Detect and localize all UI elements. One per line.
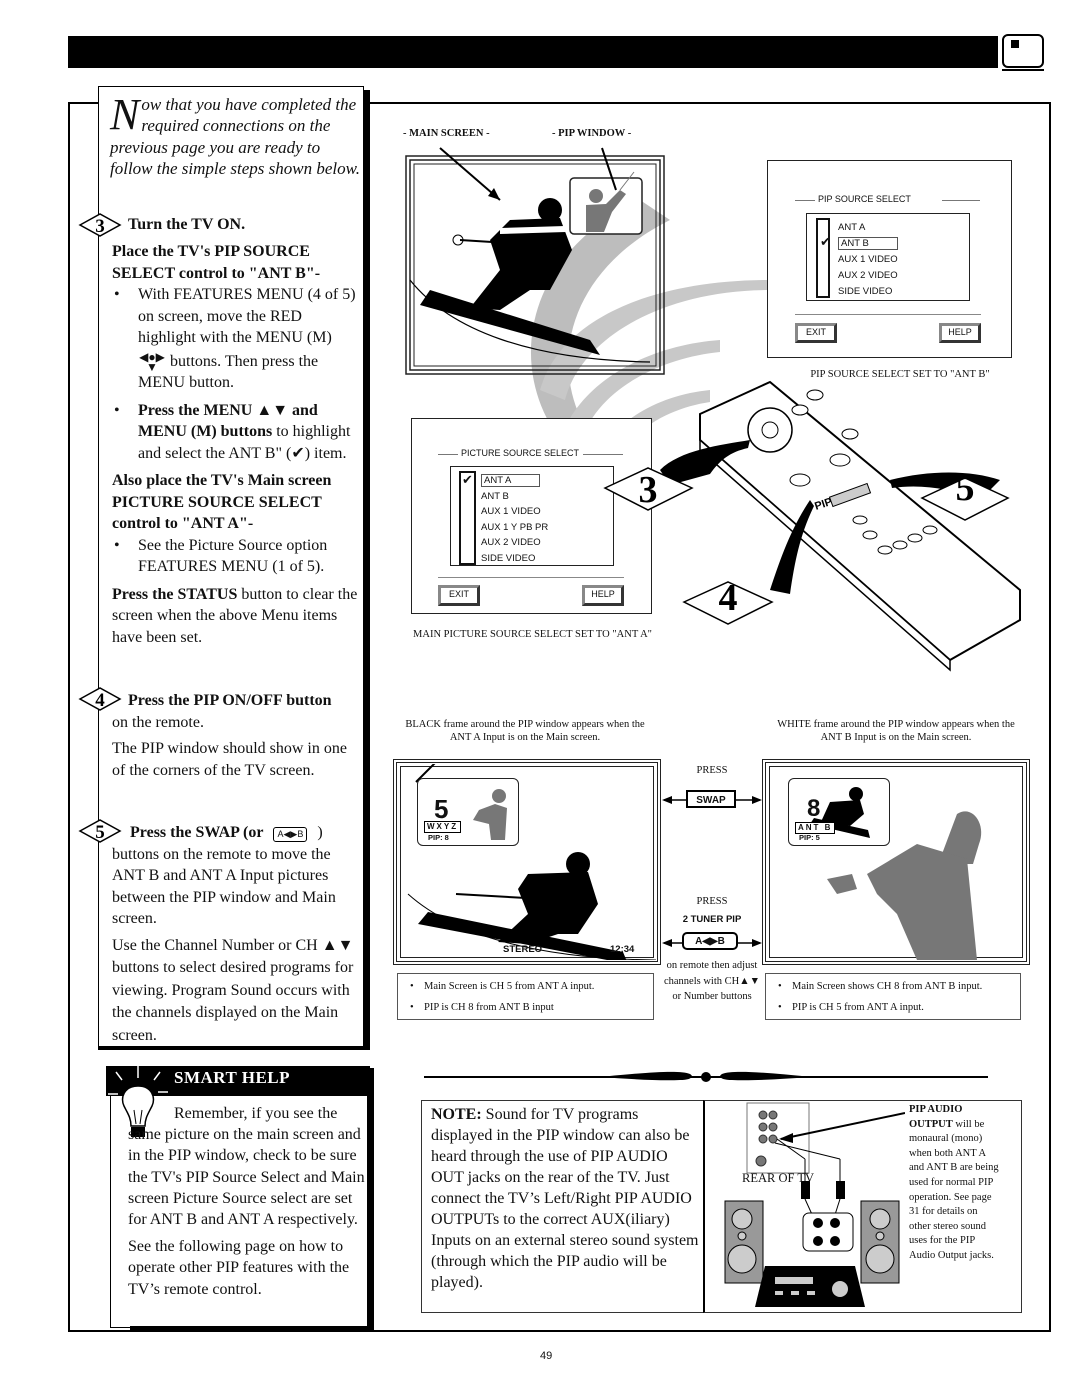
step-3-heading: Place the TV's PIP SOURCE SELECT control… — [112, 243, 321, 282]
pip-audio-output-note: PIP AUDIO OUTPUT will be monaural (mono)… — [909, 1104, 999, 1261]
smart-help-para-1: Remember, if you see the same picture on… — [128, 1105, 365, 1229]
step-3-bullet-1: With FEATURES MENU (4 of 5) on screen, m… — [112, 284, 362, 349]
pip-menu-title: PIP SOURCE SELECT — [818, 194, 911, 204]
left-note-2: PIP is CH 8 from ANT B input — [408, 997, 643, 1018]
ab-swap-button[interactable]: A◀▶B — [682, 932, 738, 950]
picture-exit-button[interactable]: EXIT — [438, 585, 480, 606]
tuner-pip-label: 2 TUNER PIP — [682, 914, 742, 925]
step-3-bullet-2: Press the MENU ▲▼ and MENU (M) buttons t… — [112, 400, 362, 465]
picture-menu-option[interactable]: ANT A — [481, 473, 548, 489]
right-note-1: Main Screen shows CH 8 from ANT B input. — [776, 976, 1010, 997]
note-text: NOTE: Sound for TV programs displayed in… — [431, 1106, 699, 1291]
pip-menu-option[interactable]: SIDE VIDEO — [838, 284, 898, 300]
intro-text: Now that you have completed the required… — [110, 90, 362, 179]
callout-4: 4 — [719, 577, 738, 619]
picture-menu-option[interactable]: AUX 1 Y PB PR — [481, 520, 548, 536]
pip-channel-number-b: 8 — [807, 795, 821, 822]
step-4-para: The PIP window should show in one of the… — [112, 740, 347, 779]
left-notes: Main Screen is CH 5 from ANT A input. PI… — [397, 973, 654, 1020]
check-icon: ✔ — [820, 234, 831, 249]
check-icon: ✔ — [462, 472, 473, 487]
callout-3: 3 — [639, 469, 658, 511]
audio-status: STEREO — [503, 944, 543, 955]
press-label-1: PRESS — [696, 765, 728, 776]
step-3-status: Press the STATUS button to clear the scr… — [112, 585, 358, 646]
picture-menu-option[interactable]: AUX 1 VIDEO — [481, 504, 548, 520]
step-3-title: Turn the TV ON. — [128, 216, 246, 233]
smart-help-title: SMART HELP — [174, 1068, 291, 1087]
label-main-screen: - MAIN SCREEN - — [403, 128, 490, 139]
pip-help-button[interactable]: HELP — [939, 323, 981, 343]
step-3-number: 3 — [95, 216, 105, 237]
step-3-bullet-3: See the Picture Source option FEATURES M… — [112, 535, 362, 578]
step-5-para-2: Use the Channel Number or CH ▲▼ buttons … — [112, 936, 354, 1044]
intro-body: ow that you have completed the required … — [110, 95, 360, 178]
left-note-1: Main Screen is CH 5 from ANT A input. — [408, 976, 643, 997]
stereo-receiver — [755, 1266, 865, 1307]
pip-menu-option[interactable]: ANT A — [838, 220, 898, 236]
pip-menu-option[interactable]: AUX 1 VIDEO — [838, 252, 898, 268]
label-pip-window: - PIP WINDOW - — [552, 128, 632, 139]
step-3-diamond-icon: 3 — [78, 213, 122, 237]
press-label-2: PRESS — [696, 896, 728, 907]
tuner-note: on remote then adjust channels with CH▲▼… — [663, 960, 761, 1002]
white-frame-caption: WHITE frame around the PIP window appear… — [777, 719, 1015, 743]
swap-ab-icon: A◀▶B — [273, 827, 308, 842]
swap-button[interactable]: SWAP — [686, 790, 736, 808]
picture-menu-option[interactable]: AUX 2 VIDEO — [481, 535, 548, 551]
step-3-heading-2: Also place the TV's Main screen PICTURE … — [112, 472, 332, 532]
pip-indicator: PIP: 8 — [428, 833, 449, 842]
ornamental-divider — [424, 1071, 988, 1082]
black-frame-caption: BLACK frame around the PIP window appear… — [405, 719, 645, 743]
step-5-para-1: buttons on the remote to move the ANT B … — [112, 845, 336, 928]
tv-icon — [1002, 34, 1044, 71]
pip-menu-option[interactable]: AUX 2 VIDEO — [838, 268, 898, 284]
clock-display: 12:34 — [610, 944, 635, 955]
page-number: 49 — [540, 1350, 553, 1362]
pip-indicator-b: PIP: 5 — [799, 833, 820, 842]
smart-help-para-2: See the following page on how to operate… — [128, 1238, 350, 1298]
pip-channel-number: 5 — [434, 794, 449, 824]
step-4-title-rest: on the remote. — [112, 713, 204, 731]
header-bar — [68, 36, 998, 68]
menu-nav-icon: ◀●▶ ▼ — [139, 349, 165, 374]
step-4-number: 4 — [95, 690, 105, 711]
drop-cap: N — [110, 90, 140, 139]
conductor-pip-figure — [473, 789, 507, 840]
picture-menu-option[interactable]: ANT B — [481, 489, 548, 505]
right-note-2: PIP is CH 5 from ANT A input. — [776, 997, 1010, 1018]
right-notes: Main Screen shows CH 8 from ANT B input.… — [765, 973, 1021, 1020]
pip-menu-option[interactable]: ANT B — [838, 236, 898, 252]
column-shadow — [364, 90, 370, 1050]
pip-station-label: WXYZ — [424, 821, 462, 833]
callout-5: 5 — [956, 467, 975, 509]
step-5-number: 5 — [95, 822, 105, 843]
step-4-title: Press the PIP ON/OFF button — [128, 692, 332, 709]
remote-illustration: PIP 3 4 5 — [603, 380, 1021, 672]
picture-menu-title: PICTURE SOURCE SELECT — [461, 448, 580, 458]
step-3-bullet-1-cont: buttons. Then press the MENU button. — [138, 352, 319, 392]
picture-menu-option[interactable]: SIDE VIDEO — [481, 551, 548, 567]
audio-connection-diagram — [724, 1102, 905, 1307]
pip-exit-button[interactable]: EXIT — [795, 323, 837, 343]
step-5-title: Press the SWAP (or — [130, 824, 264, 841]
rear-of-tv-label: REAR OF TV — [742, 1171, 815, 1185]
